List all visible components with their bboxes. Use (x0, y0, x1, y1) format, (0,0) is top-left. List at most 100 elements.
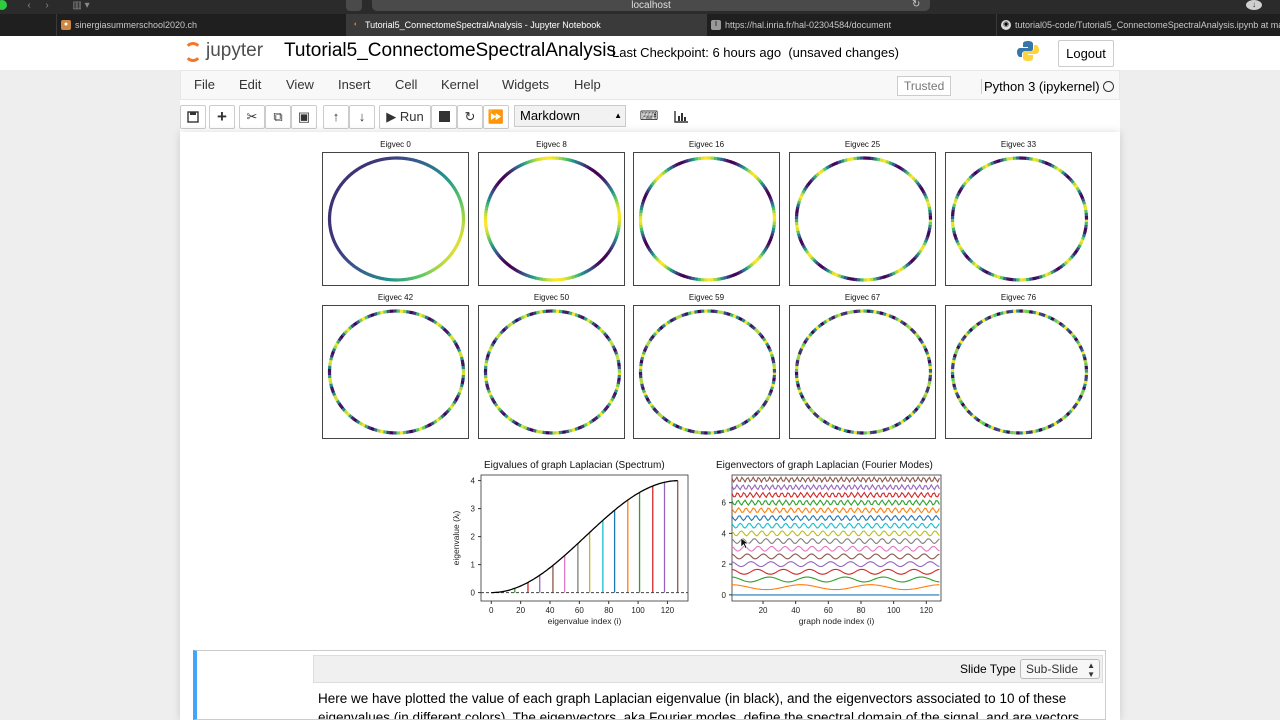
reload-icon[interactable]: ↻ (912, 0, 920, 10)
x-tick-label: 60 (824, 606, 833, 615)
modes-svg: 20 40 60 80 100 120 0 2 4 6 graph node index (i) (722, 474, 942, 626)
x-axis-label: graph node index (i) (799, 616, 875, 626)
browser-tab[interactable]: ◉ tutorial05-code/Tutorial5_ConnectomeSp… (996, 14, 1280, 36)
copy-icon[interactable]: ⧉ (265, 105, 291, 129)
menu-kernel[interactable]: Kernel (441, 77, 479, 92)
x-tick-label: 60 (575, 606, 584, 615)
cut-icon[interactable]: ✂ (239, 105, 265, 129)
eigvec-ring-svg (483, 156, 622, 282)
browser-tab[interactable]: I https://hal.inria.fr/hal-02304584/docu… (706, 14, 996, 36)
unsaved-indicator: (unsaved changes) (788, 45, 899, 60)
notebook-menubar: File Edit View Insert Cell Kernel Widget… (180, 70, 1120, 140)
shield-icon[interactable] (346, 0, 362, 11)
eigvec-panel (322, 305, 469, 439)
fourier-modes-chart: Eigenvectors of graph Laplacian (Fourier… (712, 460, 962, 640)
window-zoom-button[interactable] (0, 0, 7, 10)
tab-title: sinergiasummerschool2020.ch (75, 20, 198, 30)
slide-type-select[interactable]: Sub-Slide ▲ ▼ (1020, 659, 1100, 679)
y-tick-label: 0 (722, 591, 727, 600)
slide-type-value: Sub-Slide (1026, 662, 1079, 676)
eigvec-ring-svg (950, 309, 1089, 435)
move-down-icon[interactable]: ↓ (349, 105, 375, 129)
github-favicon-icon: ◉ (1001, 20, 1011, 30)
site-favicon-icon: ● (61, 20, 71, 30)
x-tick-label: 0 (489, 606, 494, 615)
eigvec-ring-svg (327, 309, 466, 435)
tab-title: tutorial05-code/Tutorial5_ConnectomeSpec… (1015, 20, 1280, 30)
spectrum-svg: 0 20 40 60 80 100 120 0 1 2 3 4 eigenvalue index (i)… (451, 474, 689, 626)
address-bar[interactable]: localhost (372, 0, 930, 11)
y-tick-label: 1 (471, 561, 476, 570)
panel-title: Eigvec 25 (844, 140, 881, 149)
back-icon[interactable]: ‹ (20, 0, 38, 11)
y-tick-label: 4 (471, 477, 476, 486)
jupyter-ring-icon (184, 42, 202, 62)
logout-button[interactable]: Logout (1058, 40, 1114, 67)
chart-icon[interactable] (666, 105, 696, 129)
browser-tab-active[interactable]: ◐ Tutorial5_ConnectomeSpectralAnalysis -… (346, 14, 706, 36)
menu-view[interactable]: View (286, 77, 314, 92)
x-tick-label: 100 (631, 606, 645, 615)
eigvec-ring-svg (483, 309, 622, 435)
eigvec-ring-svg (794, 156, 933, 282)
y-tick-label: 0 (471, 589, 476, 598)
eigvec-panel (945, 152, 1092, 286)
y-tick-label: 2 (722, 560, 727, 569)
sidebar-icon[interactable]: ▥ ▾ (66, 0, 96, 11)
x-tick-label: 20 (516, 606, 525, 615)
paste-icon[interactable]: ▣ (291, 105, 317, 129)
notebook-title[interactable]: Tutorial5_ConnectomeSpectralAnalysis (284, 40, 616, 62)
x-tick-label: 20 (759, 606, 768, 615)
download-icon[interactable]: ↓ (1246, 0, 1262, 10)
save-icon[interactable] (180, 105, 206, 129)
slide-type-label: Slide Type (960, 662, 1016, 676)
menu-edit[interactable]: Edit (239, 77, 261, 92)
jupyter-logo[interactable]: jupyter (184, 38, 270, 66)
jupyter-favicon-icon: ◐ (353, 21, 359, 28)
eigvec-panel (945, 305, 1092, 439)
run-button[interactable]: ▶ Run (379, 105, 431, 129)
x-tick-label: 40 (791, 606, 800, 615)
x-tick-label: 80 (604, 606, 613, 615)
stop-icon[interactable] (431, 105, 457, 129)
trusted-badge[interactable]: Trusted (897, 76, 952, 96)
menu-widgets[interactable]: Widgets (502, 77, 549, 92)
tab-strip: ● sinergiasummerschool2020.ch ◐ Tutorial… (0, 14, 1280, 36)
forward-icon[interactable]: › (38, 0, 56, 11)
x-tick-label: 120 (920, 606, 934, 615)
markdown-cell[interactable]: Slide Type Sub-Slide ▲ ▼ Here we have plo… (193, 650, 1106, 720)
markdown-text: Here we have plotted the value of each g… (318, 691, 1080, 719)
eigvec-ring-svg (794, 309, 933, 435)
eigvec-ring-svg (950, 156, 1089, 282)
eigvec-ring-svg (638, 156, 777, 282)
tab-title: https://hal.inria.fr/hal-02304584/docume… (725, 20, 892, 30)
panel-title: Eigvec 50 (533, 293, 570, 302)
logo-text: jupyter (206, 40, 264, 61)
checkpoint-status: Last Checkpoint: 6 hours ago (unsaved ch… (612, 45, 899, 60)
menu-insert[interactable]: Insert (338, 77, 371, 92)
keyboard-icon[interactable]: ⌨ (634, 105, 664, 129)
panel-title: Eigvec 16 (688, 140, 725, 149)
python-logo-icon (1017, 41, 1039, 61)
panel-title: Eigvec 76 (1000, 293, 1037, 302)
panel-title: Eigvec 42 (377, 293, 414, 302)
menu-file[interactable]: File (194, 77, 215, 92)
panel-title: Eigvec 33 (1000, 140, 1037, 149)
eigvec-panel (789, 152, 936, 286)
cell-type-select[interactable]: Markdown ▲▼ (514, 105, 626, 140)
fast-forward-icon[interactable]: ⏩ (483, 105, 509, 129)
kernel-name[interactable]: Python 3 (ipykernel) (981, 79, 1100, 94)
jupyter-header: jupyter Tutorial5_ConnectomeSpectralAnal… (0, 36, 1280, 70)
select-arrows-icon: ▲▼ (1087, 661, 1095, 679)
menu-cell[interactable]: Cell (395, 77, 417, 92)
x-tick-label: 40 (546, 606, 555, 615)
browser-tab[interactable]: ● sinergiasummerschool2020.ch (56, 14, 346, 36)
x-tick-label: 80 (857, 606, 866, 615)
eigvec-panel (322, 152, 469, 286)
add-icon[interactable]: + (209, 105, 235, 129)
y-tick-label: 6 (722, 499, 727, 508)
move-up-icon[interactable]: ↑ (323, 105, 349, 129)
menu-help[interactable]: Help (574, 77, 601, 92)
run-label: Run (399, 109, 424, 124)
restart-icon[interactable]: ↻ (457, 105, 483, 129)
